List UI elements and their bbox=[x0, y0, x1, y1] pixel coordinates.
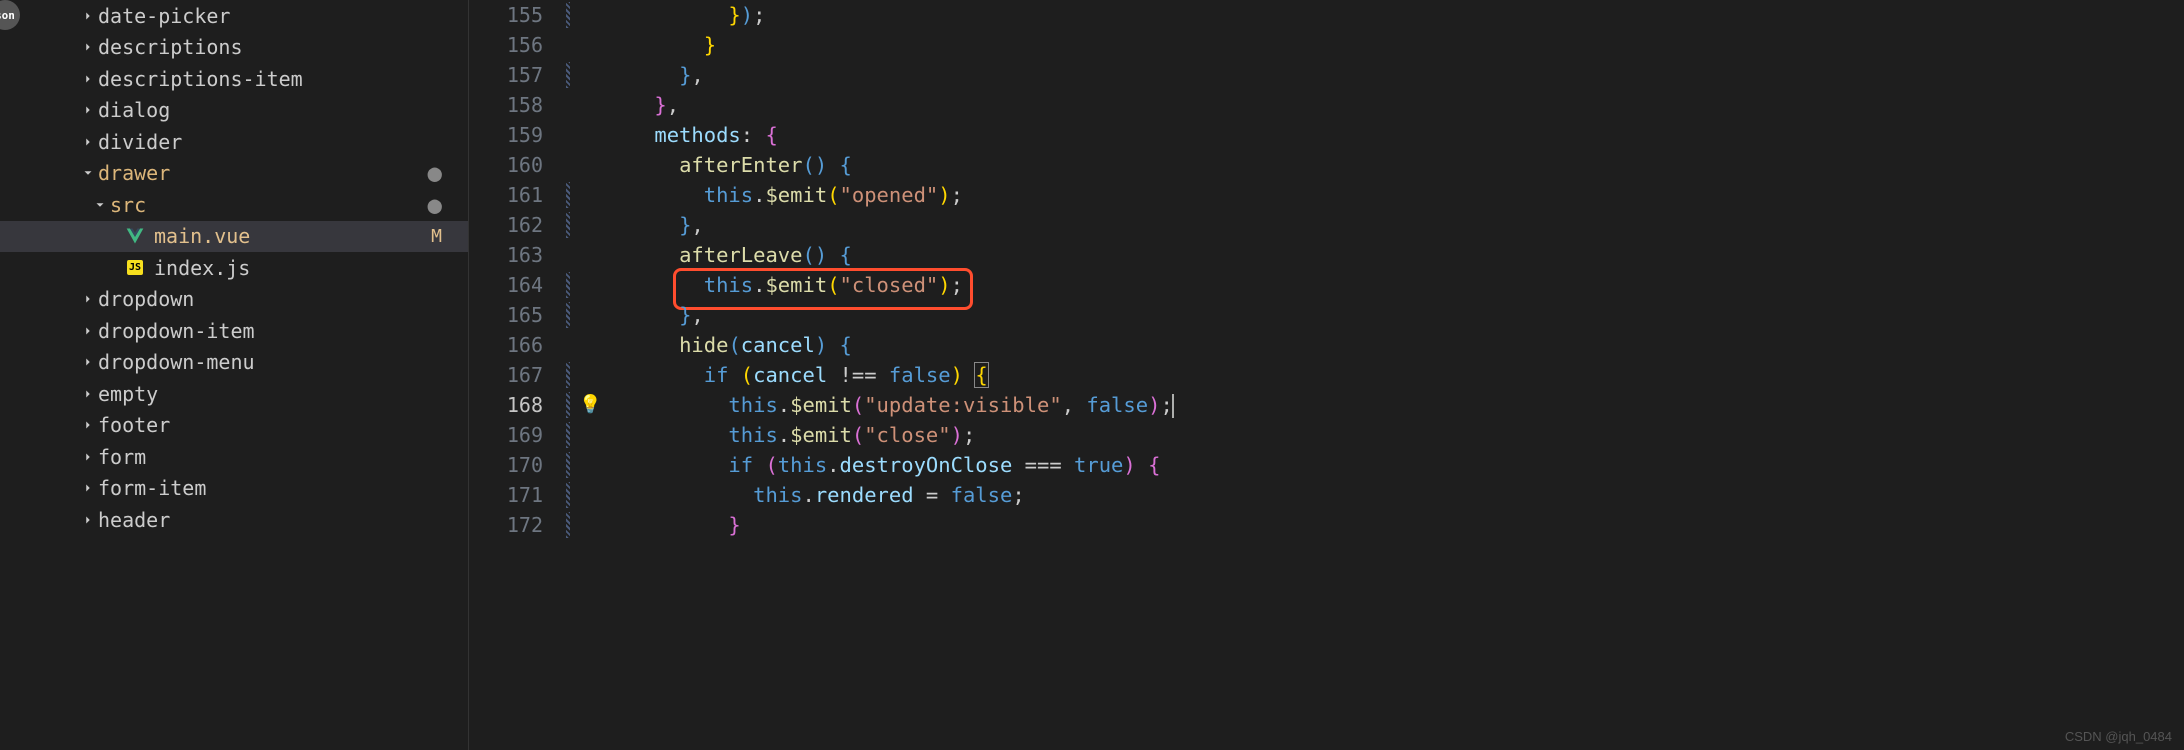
code-line[interactable]: } bbox=[605, 510, 2184, 540]
folder-item[interactable]: divider bbox=[0, 126, 468, 158]
tree-item-label: header bbox=[98, 508, 458, 532]
line-number: 172 bbox=[469, 510, 543, 540]
folder-item[interactable]: empty bbox=[0, 378, 468, 410]
code-content[interactable]: }); } }, }, methods: { afterEnter() { th… bbox=[605, 0, 2184, 750]
chevron-right-icon bbox=[78, 40, 98, 54]
chevron-down-icon bbox=[90, 198, 110, 212]
folder-item[interactable]: dropdown-menu bbox=[0, 347, 468, 379]
tree-item-label: main.vue bbox=[154, 224, 431, 248]
chevron-down-icon bbox=[78, 166, 98, 180]
code-line[interactable]: } bbox=[605, 30, 2184, 60]
chevron-right-icon bbox=[78, 324, 98, 338]
tree-item-label: descriptions-item bbox=[98, 67, 458, 91]
code-line[interactable]: this.$emit("closed"); bbox=[605, 270, 2184, 300]
chevron-right-icon bbox=[78, 481, 98, 495]
code-line[interactable]: this.rendered = false; bbox=[605, 480, 2184, 510]
chevron-right-icon bbox=[78, 450, 98, 464]
tree-item-label: empty bbox=[98, 382, 458, 406]
tree-item-label: footer bbox=[98, 413, 458, 437]
git-status-badge: M bbox=[431, 226, 458, 247]
line-number: 171 bbox=[469, 480, 543, 510]
watermark: CSDN @jqh_0484 bbox=[2065, 729, 2172, 744]
code-line[interactable]: }, bbox=[605, 300, 2184, 330]
vue-file-icon bbox=[124, 225, 146, 247]
chevron-right-icon bbox=[78, 387, 98, 401]
code-line[interactable]: }, bbox=[605, 60, 2184, 90]
line-number: 155 bbox=[469, 0, 543, 30]
file-explorer-sidebar: son date-pickerdescriptionsdescriptions-… bbox=[0, 0, 468, 750]
line-number: 157 bbox=[469, 60, 543, 90]
chevron-right-icon bbox=[78, 72, 98, 86]
line-number: 160 bbox=[469, 150, 543, 180]
code-line[interactable]: this.$emit("close"); bbox=[605, 420, 2184, 450]
code-line[interactable]: }, bbox=[605, 210, 2184, 240]
folder-item[interactable]: descriptions bbox=[0, 32, 468, 64]
folder-item[interactable]: dropdown bbox=[0, 284, 468, 316]
file-item[interactable]: JS index.js bbox=[0, 252, 468, 284]
line-number: 166 bbox=[469, 330, 543, 360]
folder-item[interactable]: form-item bbox=[0, 473, 468, 505]
line-number: 169 bbox=[469, 420, 543, 450]
lightbulb-icon[interactable]: 💡 bbox=[579, 394, 601, 415]
code-line[interactable]: hide(cancel) { bbox=[605, 330, 2184, 360]
tree-item-label: src bbox=[110, 193, 428, 217]
line-number: 165 bbox=[469, 300, 543, 330]
chevron-right-icon bbox=[78, 135, 98, 149]
line-number: 159 bbox=[469, 120, 543, 150]
line-number: 158 bbox=[469, 90, 543, 120]
tree-item-label: divider bbox=[98, 130, 458, 154]
tree-item-label: dropdown bbox=[98, 287, 458, 311]
code-line[interactable]: if (this.destroyOnClose === true) { bbox=[605, 450, 2184, 480]
line-number-gutter: 1551561571581591601611621631641651661671… bbox=[469, 0, 561, 750]
code-line[interactable]: afterEnter() { bbox=[605, 150, 2184, 180]
line-number: 156 bbox=[469, 30, 543, 60]
line-number: 167 bbox=[469, 360, 543, 390]
folder-item[interactable]: drawer● bbox=[0, 158, 468, 190]
chevron-right-icon bbox=[78, 9, 98, 23]
code-line[interactable]: this.$emit("opened"); bbox=[605, 180, 2184, 210]
chevron-right-icon bbox=[78, 355, 98, 369]
folder-item[interactable]: date-picker bbox=[0, 0, 468, 32]
tree-item-label: dropdown-menu bbox=[98, 350, 458, 374]
line-number: 163 bbox=[469, 240, 543, 270]
tree-item-label: dialog bbox=[98, 98, 458, 122]
tree-item-label: form-item bbox=[98, 476, 458, 500]
tree-item-label: form bbox=[98, 445, 458, 469]
line-number: 170 bbox=[469, 450, 543, 480]
code-line[interactable]: }, bbox=[605, 90, 2184, 120]
folder-item[interactable]: dialog bbox=[0, 95, 468, 127]
line-number: 161 bbox=[469, 180, 543, 210]
fold-gutter bbox=[561, 0, 575, 750]
chevron-right-icon bbox=[78, 513, 98, 527]
tree-item-label: drawer bbox=[98, 161, 428, 185]
chevron-right-icon bbox=[78, 103, 98, 117]
folder-item[interactable]: descriptions-item bbox=[0, 63, 468, 95]
code-line[interactable]: this.$emit("update:visible", false); bbox=[605, 390, 2184, 420]
code-editor[interactable]: 1551561571581591601611621631641651661671… bbox=[468, 0, 2184, 750]
line-number: 164 bbox=[469, 270, 543, 300]
tree-item-label: dropdown-item bbox=[98, 319, 458, 343]
code-line[interactable]: afterLeave() { bbox=[605, 240, 2184, 270]
lightbulb-gutter: 💡 bbox=[575, 0, 605, 750]
chevron-right-icon bbox=[78, 418, 98, 432]
tree-item-label: descriptions bbox=[98, 35, 458, 59]
text-cursor bbox=[1172, 394, 1174, 418]
folder-item[interactable]: form bbox=[0, 441, 468, 473]
line-number: 168 bbox=[469, 390, 543, 420]
chevron-right-icon bbox=[78, 292, 98, 306]
folder-item[interactable]: header bbox=[0, 504, 468, 536]
js-file-icon: JS bbox=[124, 257, 146, 279]
line-number: 162 bbox=[469, 210, 543, 240]
folder-item[interactable]: src● bbox=[0, 189, 468, 221]
code-line[interactable]: if (cancel !== false) { bbox=[605, 360, 2184, 390]
code-line[interactable]: }); bbox=[605, 0, 2184, 30]
tree-item-label: date-picker bbox=[98, 4, 458, 28]
folder-item[interactable]: footer bbox=[0, 410, 468, 442]
code-line[interactable]: methods: { bbox=[605, 120, 2184, 150]
tree-item-label: index.js bbox=[154, 256, 458, 280]
folder-item[interactable]: dropdown-item bbox=[0, 315, 468, 347]
file-item[interactable]: main.vueM bbox=[0, 221, 468, 253]
